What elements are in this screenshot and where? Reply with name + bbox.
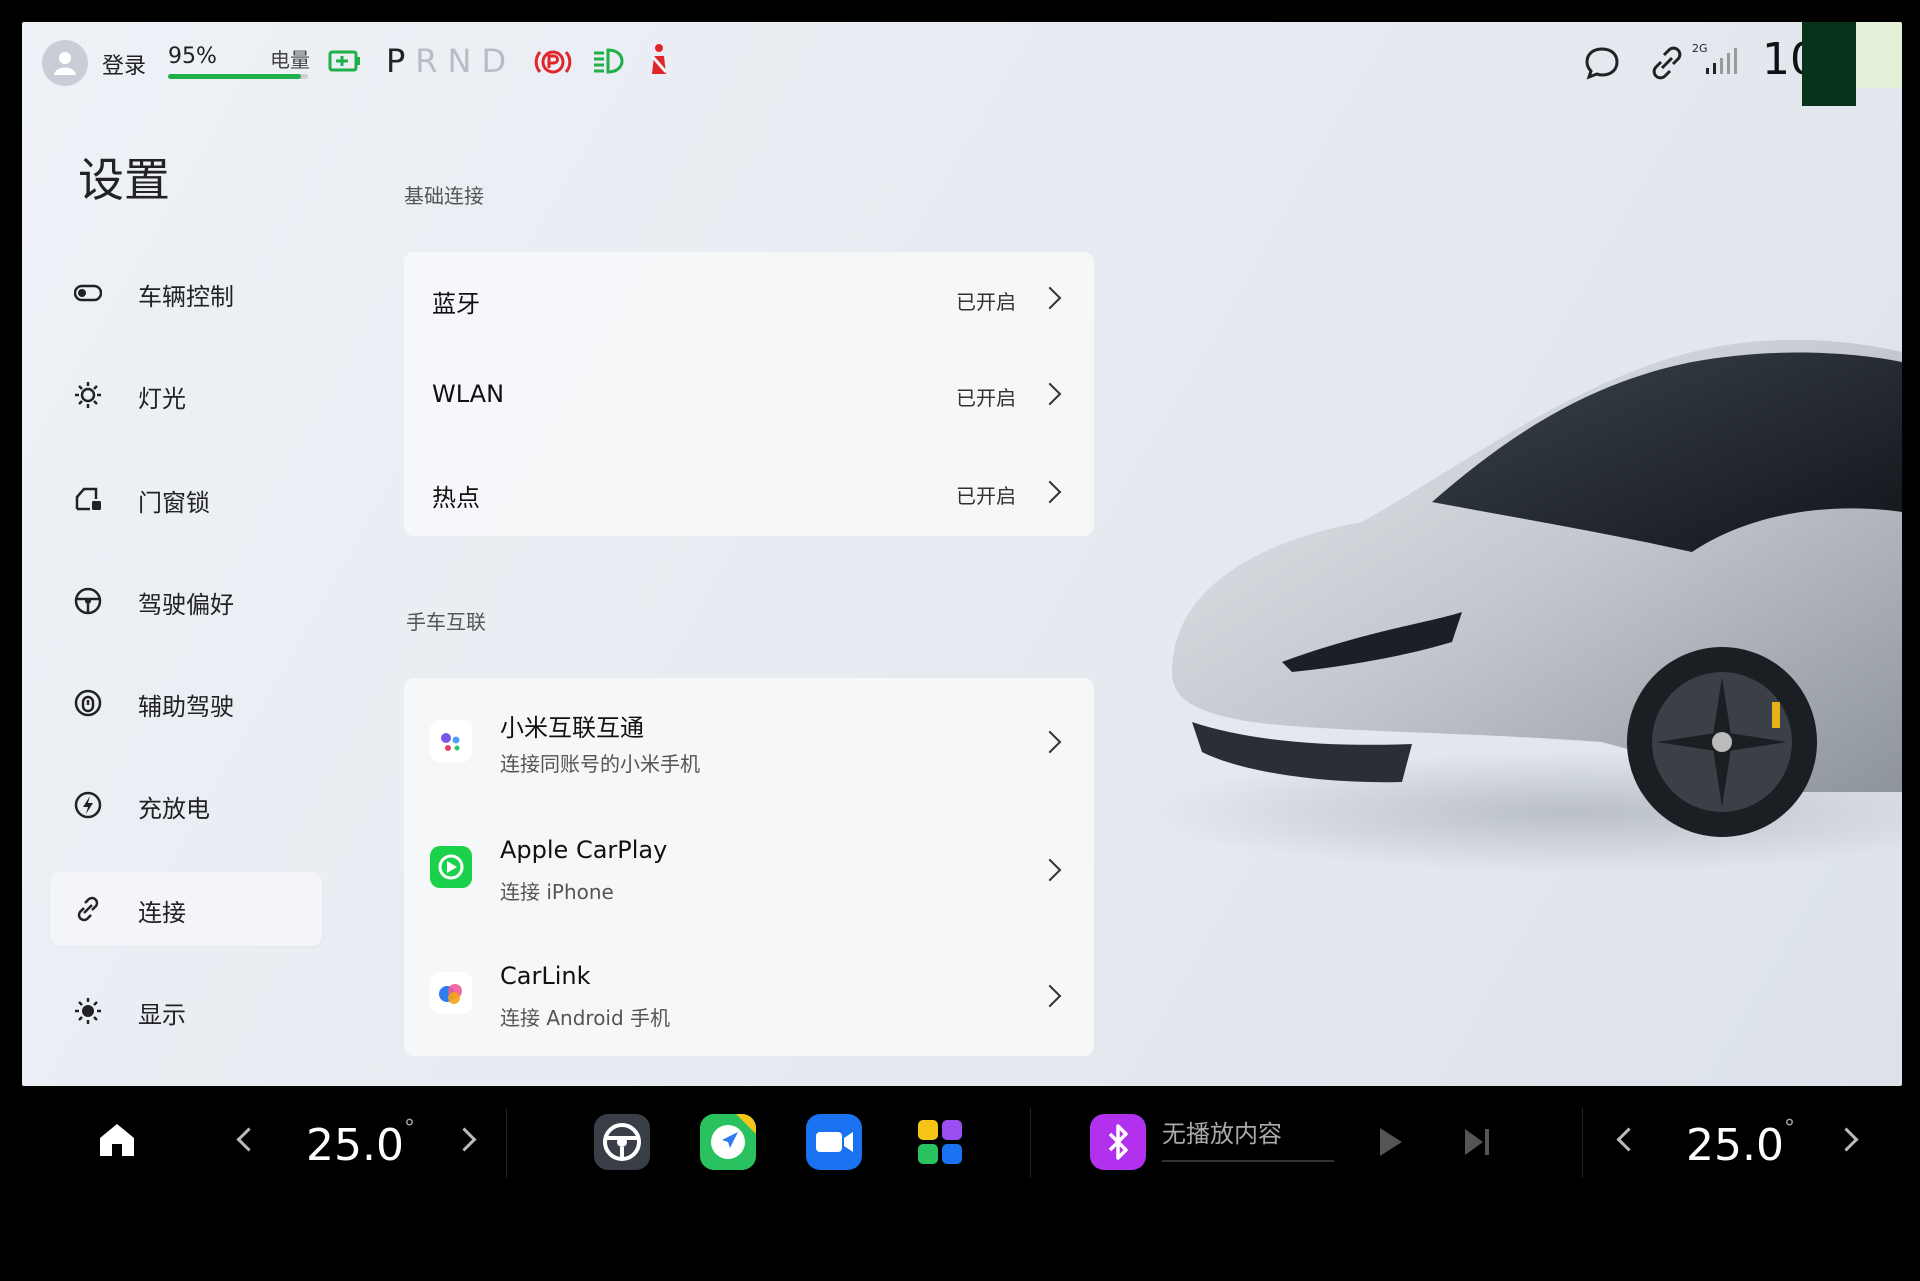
nav-item-charging[interactable]: 充放电 [50,768,322,842]
nav-label: 车辆控制 [138,283,234,311]
link-icon [77,896,99,922]
assist-driving-icon [74,689,102,717]
row-wlan[interactable]: WLAN 已开启 [404,346,1094,442]
row-label: WLAN [432,380,505,408]
chevron-right-icon [1038,382,1062,406]
row-bluetooth[interactable]: 蓝牙 已开启 [404,252,1094,346]
temp-left[interactable]: 25.0° [306,1116,415,1171]
nav-label: 显示 [138,1001,186,1029]
car-illustration [1152,339,1902,872]
toggle-icon [74,284,102,302]
low-beam-icon [594,48,624,74]
bluetooth-icon [1108,1124,1128,1160]
play-icon[interactable] [1376,1126,1404,1158]
nav-label: 门窗锁 [138,489,210,517]
login-label[interactable]: 登录 [102,48,146,80]
home-icon[interactable] [98,1122,136,1158]
row-value: 已开启 [956,484,1016,508]
signal-strength-icon [1706,48,1737,74]
video-app-icon[interactable] [806,1114,862,1170]
carlink-icon [430,972,472,1014]
settings-app-icon[interactable] [594,1114,650,1170]
gear-indicator: PRND [386,42,516,80]
row-subtitle: 连接 Android 手机 [500,1006,671,1030]
nav-label: 连接 [138,899,186,927]
nav-item-vehicle-control[interactable]: 车辆控制 [50,256,322,330]
temp-right[interactable]: 25.0° [1686,1116,1795,1171]
temp-left-value: 25.0 [306,1120,404,1171]
nav-item-lights[interactable]: 灯光 [50,358,322,432]
camera-obstruction [1802,22,1856,106]
parking-brake-icon [534,50,572,74]
page-title: 设置 [78,153,170,207]
row-value: 已开启 [956,290,1016,314]
chevron-right-icon [1038,730,1062,754]
camera-obstruction-glare [1856,22,1902,88]
carplay-icon [430,846,472,888]
row-title: Apple CarPlay [500,836,668,864]
chevron-right-icon [1038,286,1062,310]
nav-item-display[interactable]: 显示 [50,974,322,1048]
temp-left-unit: ° [403,1116,415,1141]
row-subtitle: 连接 iPhone [500,880,614,904]
charging-status-icon [328,50,360,72]
nav-item-driving-preference[interactable]: 驾驶偏好 [50,564,322,638]
charge-icon [74,791,102,819]
row-hotspot[interactable]: 热点 已开启 [404,442,1094,536]
seatbelt-warning-icon [650,44,668,74]
avatar[interactable] [42,40,88,86]
media-status: 无播放内容 [1162,1120,1282,1148]
nav-item-assist-driving[interactable]: 辅助驾驶 [50,666,322,740]
battery-bar-fill [168,74,301,79]
navigation-app-icon[interactable] [700,1114,756,1170]
battery-bar [168,74,308,79]
dock-separator [506,1108,507,1178]
nav-label: 充放电 [138,795,210,823]
row-value: 已开启 [956,386,1016,410]
dock-separator [1030,1108,1031,1178]
door-lock-icon [75,487,101,511]
media-progress-bar [1162,1160,1334,1162]
gear-p: P [386,42,416,80]
row-carplay[interactable]: Apple CarPlay 连接 iPhone [404,804,1094,932]
row-carlink[interactable]: CarLink 连接 Android 手机 [404,932,1094,1056]
phone-car-card: 小米互联互通 连接同账号的小米手机 Apple CarPlay 连接 iPhon… [404,678,1094,1056]
section-phone-car: 手车互联 [406,610,486,634]
gear-rnd: RND [415,42,517,80]
battery-percent: 95% [168,44,217,69]
settings-screen: 登录 95% 电量 PRND 2G 10 设置 车辆控制 灯光 门窗锁 驾驶偏好… [22,22,1902,1086]
nav-label: 驾驶偏好 [138,591,234,619]
sun-light-icon [75,382,101,408]
row-title: 小米互联互通 [500,714,644,742]
row-label: 蓝牙 [432,290,480,318]
status-bar: 登录 95% 电量 PRND 2G 10 [22,22,1902,106]
nav-label: 辅助驾驶 [138,693,234,721]
row-label: 热点 [432,484,480,512]
link-status-icon[interactable] [1650,46,1684,80]
temp-right-value: 25.0 [1686,1120,1784,1171]
row-title: CarLink [500,962,591,990]
row-subtitle: 连接同账号的小米手机 [500,752,700,776]
user-icon [54,52,76,75]
app-grid-icon[interactable] [912,1114,968,1170]
section-basic-connection: 基础连接 [404,184,484,208]
chevron-right-icon [1038,858,1062,882]
temp-right-unit: ° [1783,1116,1795,1141]
nav-item-connection[interactable]: 连接 [50,872,322,946]
nav-label: 灯光 [138,385,186,413]
basic-connection-card: 蓝牙 已开启 WLAN 已开启 热点 已开启 [404,252,1094,536]
next-track-icon[interactable] [1462,1126,1492,1158]
chevron-right-icon [1038,984,1062,1008]
bluetooth-media-button[interactable] [1090,1114,1146,1170]
chevron-right-icon [1038,480,1062,504]
nav-item-door-lock[interactable]: 门窗锁 [50,462,322,536]
xiaomi-interconnect-icon [430,720,472,762]
dock-separator [1582,1108,1583,1178]
brightness-icon [75,998,101,1024]
row-xiaomi-interconnect[interactable]: 小米互联互通 连接同账号的小米手机 [404,678,1094,804]
message-icon[interactable] [1584,46,1620,80]
steering-wheel-icon [74,587,102,615]
battery-label: 电量 [270,48,310,72]
